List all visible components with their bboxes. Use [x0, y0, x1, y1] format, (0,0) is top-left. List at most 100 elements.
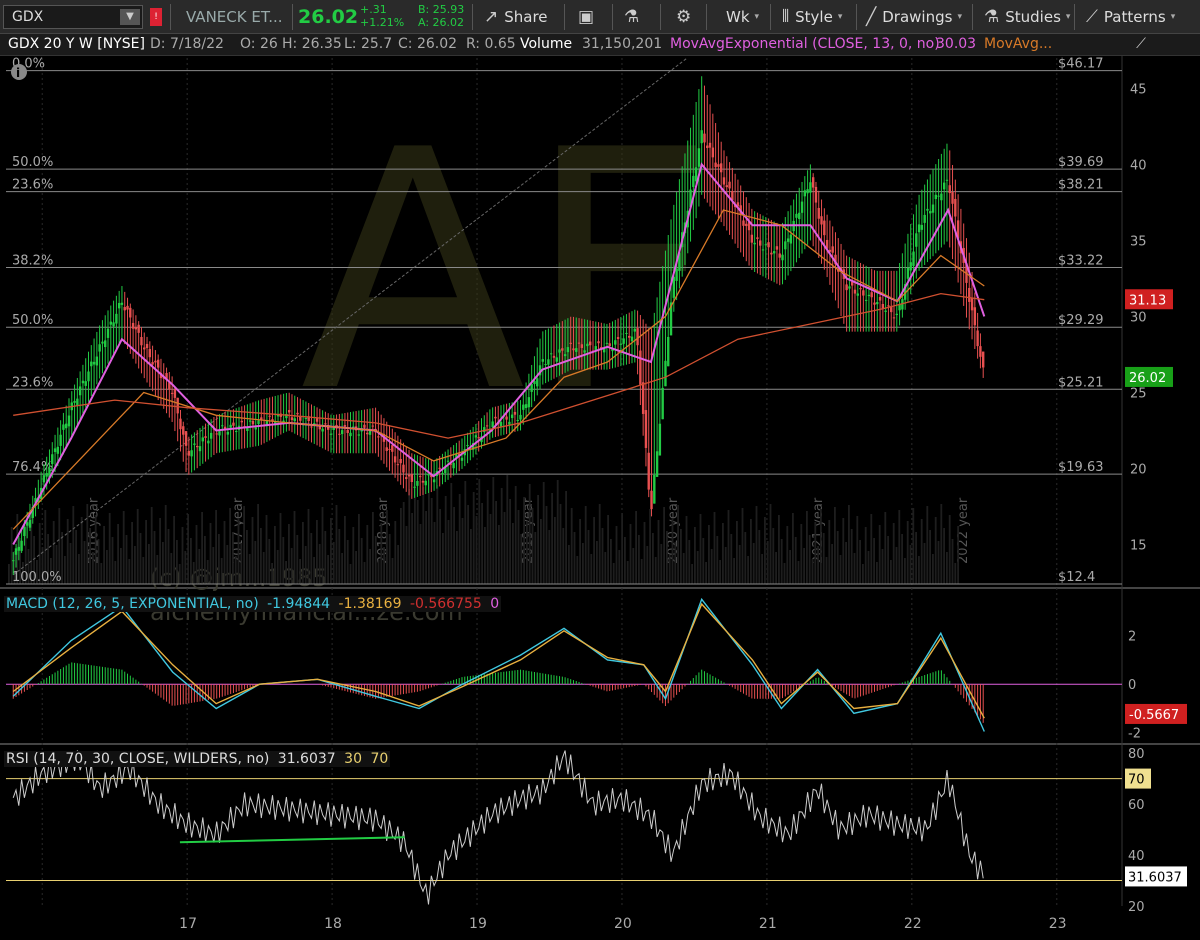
volume-bar — [120, 548, 122, 584]
volume-bar — [246, 530, 248, 584]
symbol-selector[interactable]: GDX ▼ — [3, 5, 143, 29]
share-button[interactable]: ↗ Share — [484, 0, 548, 34]
volume-bar — [943, 528, 945, 584]
candle-body — [254, 427, 257, 430]
volume-bar — [369, 549, 371, 584]
period-label: Wk — [726, 8, 750, 26]
macd-value: -1.94844 — [267, 596, 331, 612]
candle-body — [725, 185, 728, 188]
volume-bar — [506, 475, 509, 584]
volume-bar — [430, 498, 433, 584]
candle-body — [653, 474, 656, 504]
volume-bar — [778, 515, 780, 584]
candle-body — [485, 425, 489, 427]
candle-body — [207, 440, 210, 444]
volume-bar — [845, 542, 847, 584]
candle-body — [494, 416, 497, 419]
candle-body — [926, 208, 929, 211]
candle-body — [81, 380, 85, 384]
candle-body — [820, 216, 823, 225]
volume-bar — [69, 543, 72, 584]
candle-body — [650, 490, 653, 510]
volume-bar — [285, 561, 287, 584]
patterns-menu[interactable]: ⟋ Patterns ▾ — [1086, 0, 1175, 34]
volume-bar — [484, 527, 486, 584]
candle-body — [817, 207, 820, 219]
snapshot-button[interactable]: ▣ — [578, 0, 600, 34]
volume-bar — [260, 528, 262, 584]
candle-body — [366, 432, 369, 435]
volume-bar — [523, 497, 525, 584]
volume-bar — [383, 547, 385, 584]
studies-lab-button[interactable]: ⚗ — [624, 0, 645, 34]
drawings-menu[interactable]: ╱ Drawings ▾ — [866, 0, 962, 34]
candle-body — [909, 262, 912, 271]
toolbar: GDX ▼ ! VANECK ET... 26.02 +.31 +1.21% B… — [0, 0, 1200, 34]
volume-bar — [293, 511, 296, 584]
drawings-label: Drawings — [882, 8, 953, 26]
candle-body — [418, 476, 422, 478]
fib-label-right: $19.63 — [1058, 460, 1104, 475]
volume-bar — [117, 524, 119, 584]
volume-bar — [694, 527, 696, 584]
volume-bar — [923, 543, 926, 584]
candle-body — [541, 359, 545, 362]
volume-bar — [262, 552, 265, 584]
candle-body — [968, 287, 971, 302]
settings-button[interactable]: ⚙ — [676, 0, 697, 34]
candle-body — [675, 268, 678, 281]
candle-body — [324, 423, 327, 425]
volume-bar — [355, 551, 357, 584]
volume-bar — [932, 554, 934, 584]
candle-body — [887, 305, 890, 307]
alert-flag-icon[interactable]: ! — [150, 8, 162, 26]
volume-bar — [324, 531, 327, 584]
volume-bar — [122, 511, 125, 584]
volume-bar — [758, 530, 761, 584]
chevron-down-icon[interactable]: ▼ — [120, 9, 140, 25]
style-label: Style — [795, 8, 833, 26]
volume-bar — [80, 517, 83, 584]
rsi-legend[interactable]: RSI (14, 70, 30, CLOSE, WILDERS, no) 31.… — [4, 751, 391, 767]
candle-body — [714, 162, 717, 168]
volume-bar — [514, 486, 517, 584]
fib-label-right: $25.21 — [1058, 375, 1104, 390]
volume-bar — [730, 534, 733, 584]
candle-body — [522, 404, 525, 410]
volume-bar — [904, 558, 906, 584]
macd-legend[interactable]: MACD (12, 26, 5, EXPONENTIAL, no) -1.948… — [4, 596, 502, 612]
candle-body — [182, 426, 185, 435]
candle-body — [145, 343, 149, 349]
candle-body — [190, 450, 193, 457]
volume-bar — [598, 504, 601, 584]
volume-bar — [178, 564, 181, 584]
volume-bar — [612, 563, 615, 584]
studies-menu[interactable]: ⚗ Studies ▾ — [984, 0, 1070, 34]
candle-body — [915, 233, 918, 247]
last-price: 26.02 — [298, 6, 359, 28]
volume-bar — [173, 516, 175, 584]
volume-bar — [912, 508, 915, 584]
volume-bar — [405, 526, 408, 584]
volume-bar — [708, 525, 710, 584]
candle-body — [446, 460, 450, 462]
volume-bar — [442, 533, 444, 584]
volume-bar — [724, 547, 727, 584]
candle-body — [248, 420, 252, 422]
candle-body — [750, 234, 754, 243]
fib-label-right: $12.4 — [1058, 570, 1095, 585]
volume-bar — [688, 540, 691, 584]
volume-bar — [187, 514, 189, 584]
volume-bar — [892, 523, 895, 584]
instrument-description: VANECK ET... — [186, 8, 283, 26]
candle-body — [407, 474, 411, 477]
volume-bar — [691, 564, 693, 584]
volume-bar — [559, 504, 562, 584]
volume-bar — [220, 558, 223, 584]
info-close: C: 26.02 — [398, 36, 458, 52]
style-menu[interactable]: ⫴ Style ▾ — [782, 0, 842, 34]
period-selector[interactable]: Wk ▾ — [726, 0, 759, 34]
collapse-icon[interactable]: ⟋ — [1128, 36, 1154, 54]
volume-bar — [677, 505, 679, 584]
price-axis-tick: 30 — [1130, 310, 1147, 325]
